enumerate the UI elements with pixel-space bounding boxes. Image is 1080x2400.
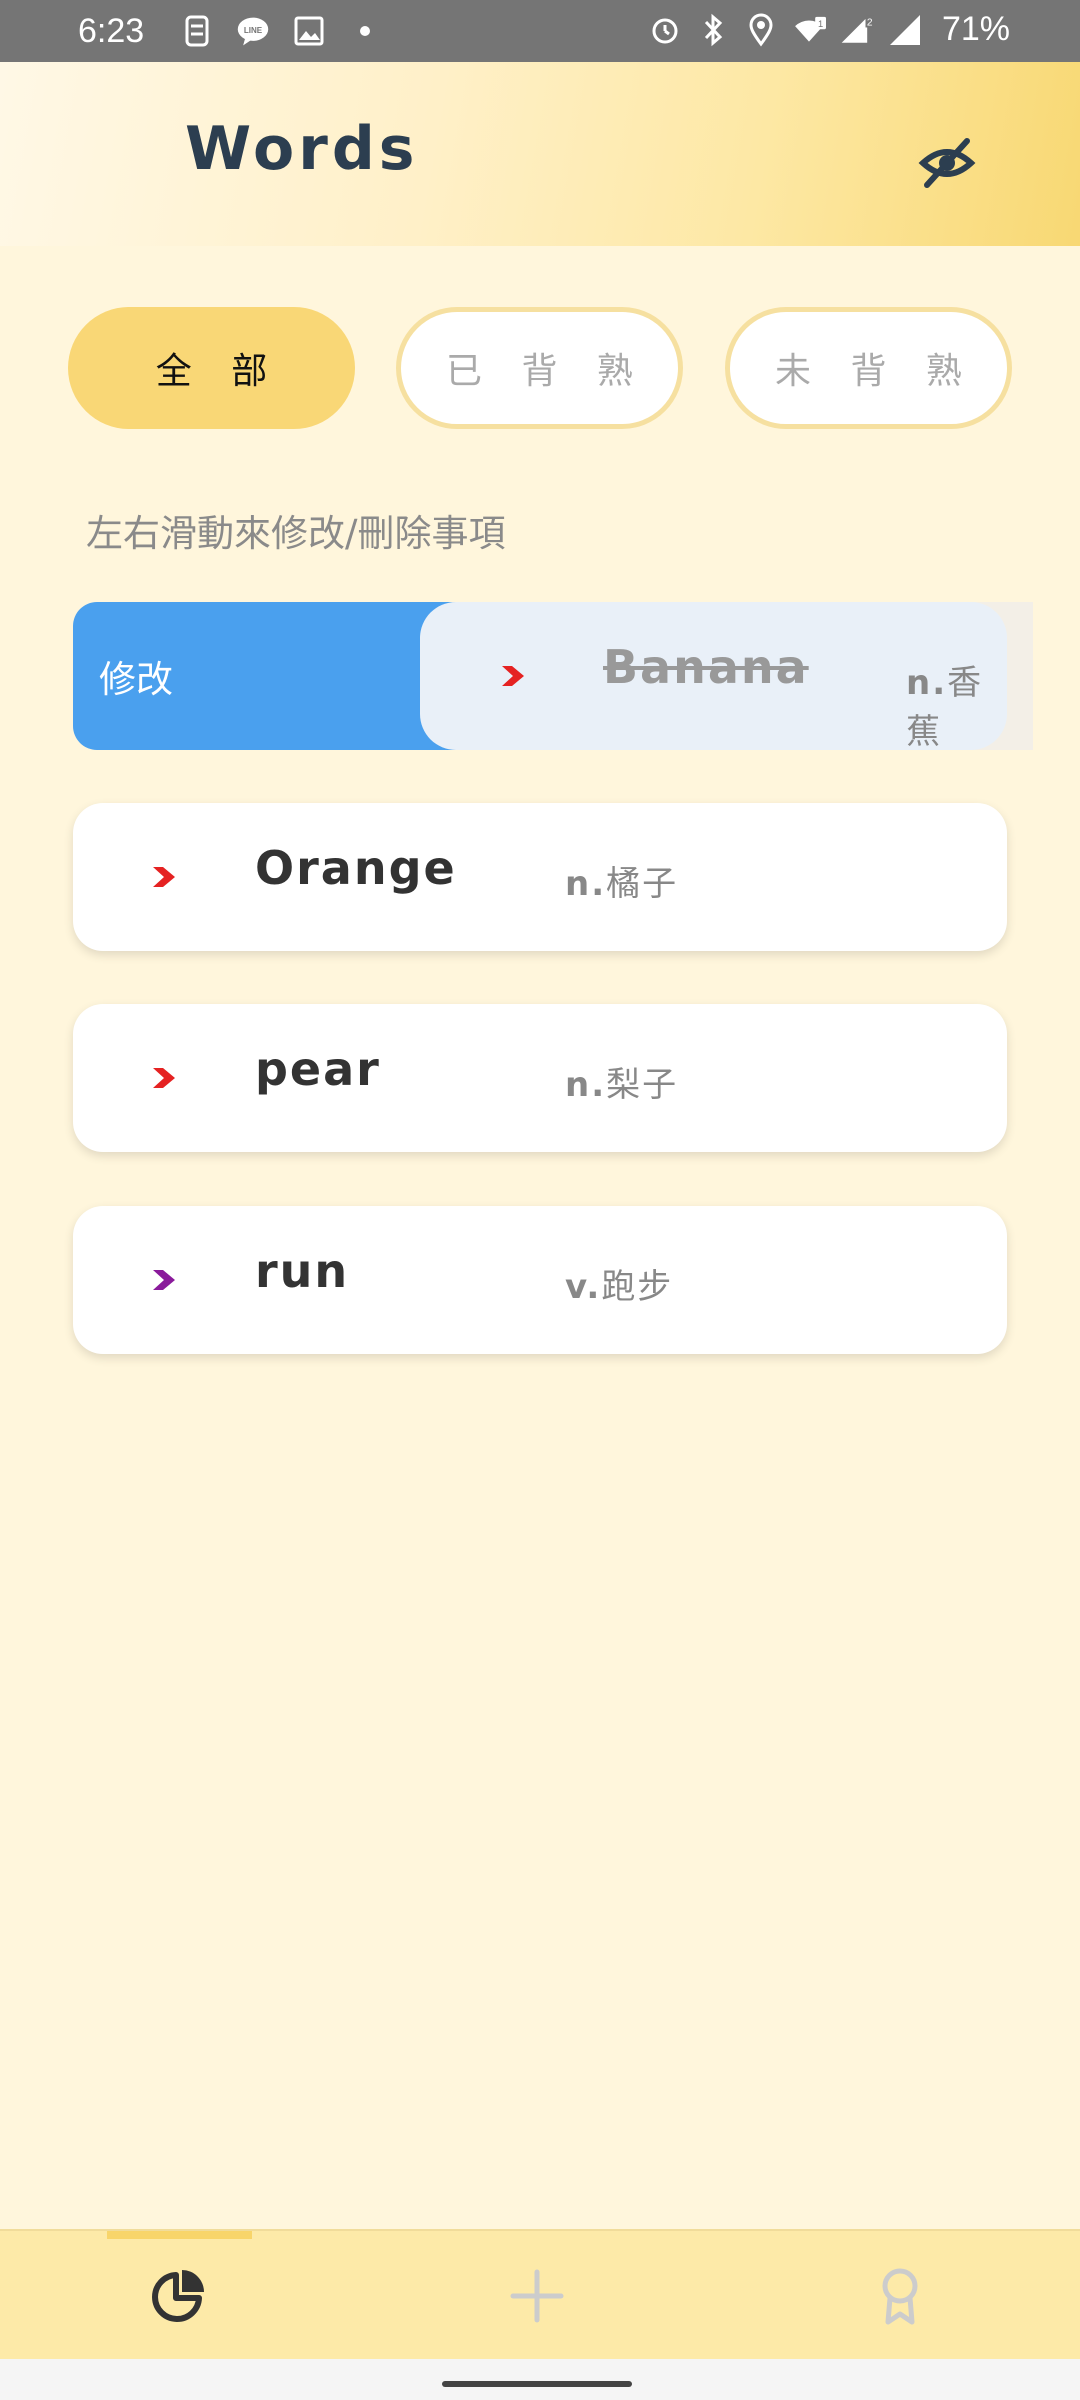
word-card[interactable]: Orange n.橘子 <box>73 803 1007 951</box>
page-title: Words <box>185 114 419 184</box>
chevron-right-icon <box>153 1270 175 1290</box>
svg-text:2: 2 <box>867 17 873 28</box>
swipe-row: 修改 Banana n.香蕉 <box>73 602 1033 752</box>
word-meaning: n.梨子 <box>565 1065 679 1105</box>
edit-action-label: 修改 <box>99 658 173 701</box>
filter-tabs: 全 部 已 背 熟 未 背 熟 <box>0 307 1080 429</box>
word-card[interactable]: pear n.梨子 <box>73 1004 1007 1152</box>
chevron-right-icon <box>153 1068 175 1088</box>
word-meaning: v.跑步 <box>565 1267 674 1307</box>
app-header: Words <box>0 62 1080 246</box>
status-bar: 6:23 LINE 1 2 71% <box>0 0 1080 62</box>
sim-icon <box>180 14 214 48</box>
signal-2-icon <box>888 13 922 47</box>
swipe-hint: 左右滑動來修改/刪除事項 <box>86 512 506 555</box>
word-meaning: n.橘子 <box>565 864 679 904</box>
alarm-icon <box>648 13 682 47</box>
word-card[interactable]: run v.跑步 <box>73 1206 1007 1354</box>
svg-text:LINE: LINE <box>244 26 263 35</box>
word-text: run <box>255 1244 350 1298</box>
award-icon[interactable] <box>865 2261 935 2331</box>
tab-memorized[interactable]: 已 背 熟 <box>396 307 683 429</box>
home-gesture-bar[interactable] <box>442 2381 632 2387</box>
eye-off-icon[interactable] <box>912 128 982 198</box>
active-tab-indicator <box>107 2231 252 2239</box>
word-text: Banana <box>603 640 809 694</box>
system-icons: 1 2 71% <box>648 10 1010 49</box>
chart-pie-icon[interactable] <box>143 2261 213 2331</box>
chevron-right-icon <box>502 666 524 686</box>
word-card[interactable]: Banana n.香蕉 <box>420 602 1007 752</box>
wifi-icon: 1 <box>792 13 826 47</box>
word-text: pear <box>255 1042 381 1096</box>
signal-1-icon: 2 <box>840 13 874 47</box>
word-text: Orange <box>255 841 457 895</box>
word-meaning: n.香蕉 <box>906 663 984 752</box>
gallery-icon <box>292 14 326 48</box>
bottom-nav <box>0 2229 1080 2359</box>
tab-all[interactable]: 全 部 <box>68 307 355 429</box>
gesture-area <box>0 2359 1080 2400</box>
line-icon: LINE <box>236 14 270 48</box>
chevron-right-icon <box>153 867 175 887</box>
tab-not-memorized[interactable]: 未 背 熟 <box>725 307 1012 429</box>
battery-level: 71% <box>941 10 1010 48</box>
dot-icon <box>348 14 382 48</box>
status-time: 6:23 <box>78 12 145 50</box>
location-icon <box>744 13 778 47</box>
notification-icons: LINE <box>180 14 382 48</box>
bluetooth-icon <box>696 13 730 47</box>
plus-icon[interactable] <box>502 2261 572 2331</box>
svg-text:1: 1 <box>818 18 823 28</box>
